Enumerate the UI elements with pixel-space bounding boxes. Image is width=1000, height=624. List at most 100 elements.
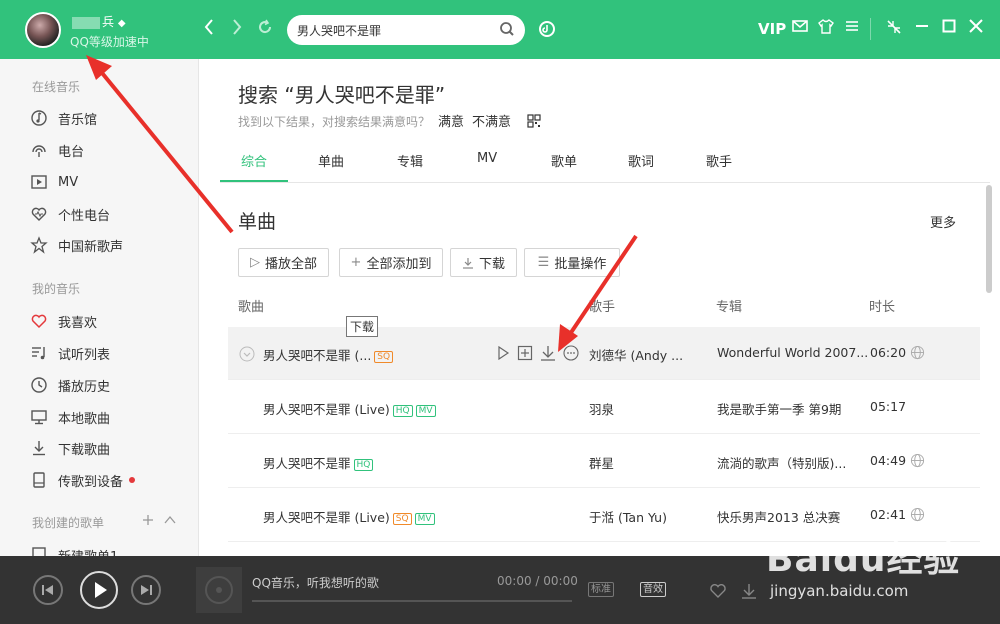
tab-mv[interactable]: MV [477, 151, 497, 166]
column-singer[interactable]: 歌手 [589, 296, 615, 315]
row-actions [496, 345, 579, 361]
sidebar-item-favorites[interactable]: 我喜欢 [30, 310, 97, 332]
maximize-icon[interactable] [942, 19, 956, 33]
sound-effect-button[interactable]: 音效 [640, 582, 666, 597]
add-playlist-icon[interactable] [142, 514, 154, 526]
singer-name[interactable]: 羽泉 [589, 399, 614, 418]
play-all-button[interactable]: ▷ 播放全部 [238, 248, 329, 277]
next-button[interactable] [131, 575, 161, 605]
satisfied-link[interactable]: 满意 [438, 115, 464, 130]
search-result-title: 搜索 “男人哭吧不是罪” [238, 83, 446, 107]
refresh-icon[interactable] [257, 18, 273, 36]
level-status[interactable]: QQ等级加速中 [70, 33, 149, 50]
mail-icon[interactable] [792, 19, 808, 33]
table-row[interactable]: 男人哭吧不是罪 (... SQ 刘德华 (Andy ... Wonderful W… [228, 327, 980, 380]
song-title[interactable]: 男人哭吧不是罪 (Live) HQ MV [263, 399, 436, 418]
progress-bar[interactable] [252, 600, 572, 602]
previous-button[interactable] [33, 575, 63, 605]
singer-name[interactable]: 群星 [589, 453, 614, 472]
forward-icon[interactable] [231, 18, 243, 36]
feedback-text: 找到以下结果，对搜索结果满意吗？ [238, 115, 431, 129]
menu-icon[interactable] [845, 19, 859, 33]
song-title[interactable]: 男人哭吧不是罪 (Live) SQ MV [263, 507, 435, 526]
close-icon[interactable] [969, 19, 983, 33]
listen-recognize-icon[interactable] [538, 20, 556, 38]
sidebar-item-personal-radio[interactable]: 个性电台 [30, 203, 110, 225]
album-name[interactable]: Wonderful World 2007... [717, 345, 868, 360]
download-icon[interactable] [741, 583, 757, 599]
sidebar-item-label: 个性电台 [58, 208, 111, 224]
sidebar-item-local[interactable]: 本地歌曲 [30, 406, 110, 428]
song-suffix: (Live) [350, 402, 390, 417]
sidebar-item-history[interactable]: 播放历史 [30, 374, 110, 396]
mini-mode-icon[interactable] [886, 19, 902, 35]
more-options-icon[interactable] [563, 345, 579, 361]
tab-songs[interactable]: 单曲 [318, 151, 344, 170]
duration: 04:49 [870, 453, 907, 468]
tab-all[interactable]: 综合 [241, 151, 267, 170]
table-row[interactable]: 男人哭吧不是罪 (Live) HQ MV 羽泉 我是歌手第一季 第9期 05:17 [228, 381, 980, 434]
song-title[interactable]: 男人哭吧不是罪 HQ [263, 453, 374, 472]
tab-lyrics[interactable]: 歌词 [628, 151, 654, 170]
sidebar-item-mv[interactable]: MV [30, 171, 78, 193]
download-icon [33, 441, 45, 456]
search-box[interactable] [287, 15, 525, 45]
play-icon[interactable] [496, 346, 510, 360]
album-name[interactable]: 快乐男声2013 总决赛 [717, 507, 840, 526]
download-button[interactable]: 下载 [450, 248, 517, 277]
column-album[interactable]: 专辑 [716, 296, 742, 315]
play-button[interactable] [80, 571, 118, 609]
search-feedback: 找到以下结果，对搜索结果满意吗？ 满意 不满意 [238, 111, 541, 130]
column-duration[interactable]: 时长 [869, 296, 895, 315]
back-icon[interactable] [203, 18, 215, 36]
songs-section-title: 单曲 [238, 211, 277, 233]
skin-icon[interactable] [818, 19, 834, 34]
vip-button[interactable]: VIP [758, 19, 786, 39]
download-icon[interactable] [540, 345, 556, 361]
sidebar-item-device[interactable]: 传歌到设备 [30, 469, 136, 491]
mv-badge[interactable]: MV [414, 513, 435, 525]
sidebar-item-downloads[interactable]: 下载歌曲 [30, 437, 110, 459]
more-link[interactable]: 更多 [930, 212, 956, 231]
quality-button[interactable]: 标准 [588, 582, 614, 597]
add-all-button[interactable]: + 全部添加到 [339, 248, 443, 277]
mv-badge[interactable]: MV [415, 405, 436, 417]
column-song[interactable]: 歌曲 [238, 296, 264, 315]
unsatisfied-link[interactable]: 不满意 [472, 115, 511, 130]
blurred-name [72, 16, 100, 29]
sidebar-item-trial-list[interactable]: 试听列表 [30, 342, 110, 364]
batch-operation-button[interactable]: ☰ 批量操作 [524, 248, 620, 277]
table-row[interactable]: 男人哭吧不是罪 HQ 群星 流淌的歌声（特别版)... 04:49 [228, 435, 980, 488]
minimize-icon[interactable] [915, 19, 929, 33]
like-icon[interactable] [709, 583, 727, 599]
username[interactable]: 兵 ◆ [72, 13, 126, 30]
song-name: 男人哭吧不是罪 [263, 348, 351, 363]
sidebar-item-radio[interactable]: 电台 [30, 139, 84, 161]
sidebar-item-new-playlist[interactable]: 新建歌单1 [30, 544, 118, 556]
tab-playlists[interactable]: 歌单 [551, 151, 577, 170]
search-input[interactable] [297, 21, 497, 39]
album-name[interactable]: 我是歌手第一季 第9期 [717, 399, 841, 418]
collapse-icon[interactable] [164, 515, 176, 525]
search-icon[interactable] [499, 21, 515, 37]
sidebar-item-music-hall[interactable]: 音乐馆 [30, 107, 97, 129]
album-cover[interactable] [196, 567, 242, 613]
singer-name[interactable]: 刘德华 (Andy ... [589, 345, 683, 364]
singer-name[interactable]: 于湉 (Tan Yu) [589, 507, 667, 526]
tab-singers[interactable]: 歌手 [706, 151, 732, 170]
sidebar-item-new-voice[interactable]: 中国新歌声 [30, 234, 123, 256]
globe-icon [910, 345, 925, 360]
sidebar-item-label: 新建歌单1 [58, 546, 118, 557]
sidebar-item-label: 中国新歌声 [58, 239, 124, 255]
playback-time: 00:00 / 00:00 [497, 574, 578, 588]
add-icon[interactable] [517, 345, 533, 361]
sidebar-item-label: 我喜欢 [58, 315, 98, 331]
title-bar: 兵 ◆ QQ等级加速中 VIP [0, 0, 1000, 59]
avatar[interactable] [25, 12, 61, 48]
scrollbar-thumb[interactable] [986, 185, 992, 293]
tab-albums[interactable]: 专辑 [397, 151, 423, 170]
song-title[interactable]: 男人哭吧不是罪 (... SQ [263, 345, 394, 364]
expand-icon[interactable] [239, 346, 255, 362]
qr-code-icon[interactable] [527, 114, 541, 128]
album-name[interactable]: 流淌的歌声（特别版)... [717, 453, 846, 472]
